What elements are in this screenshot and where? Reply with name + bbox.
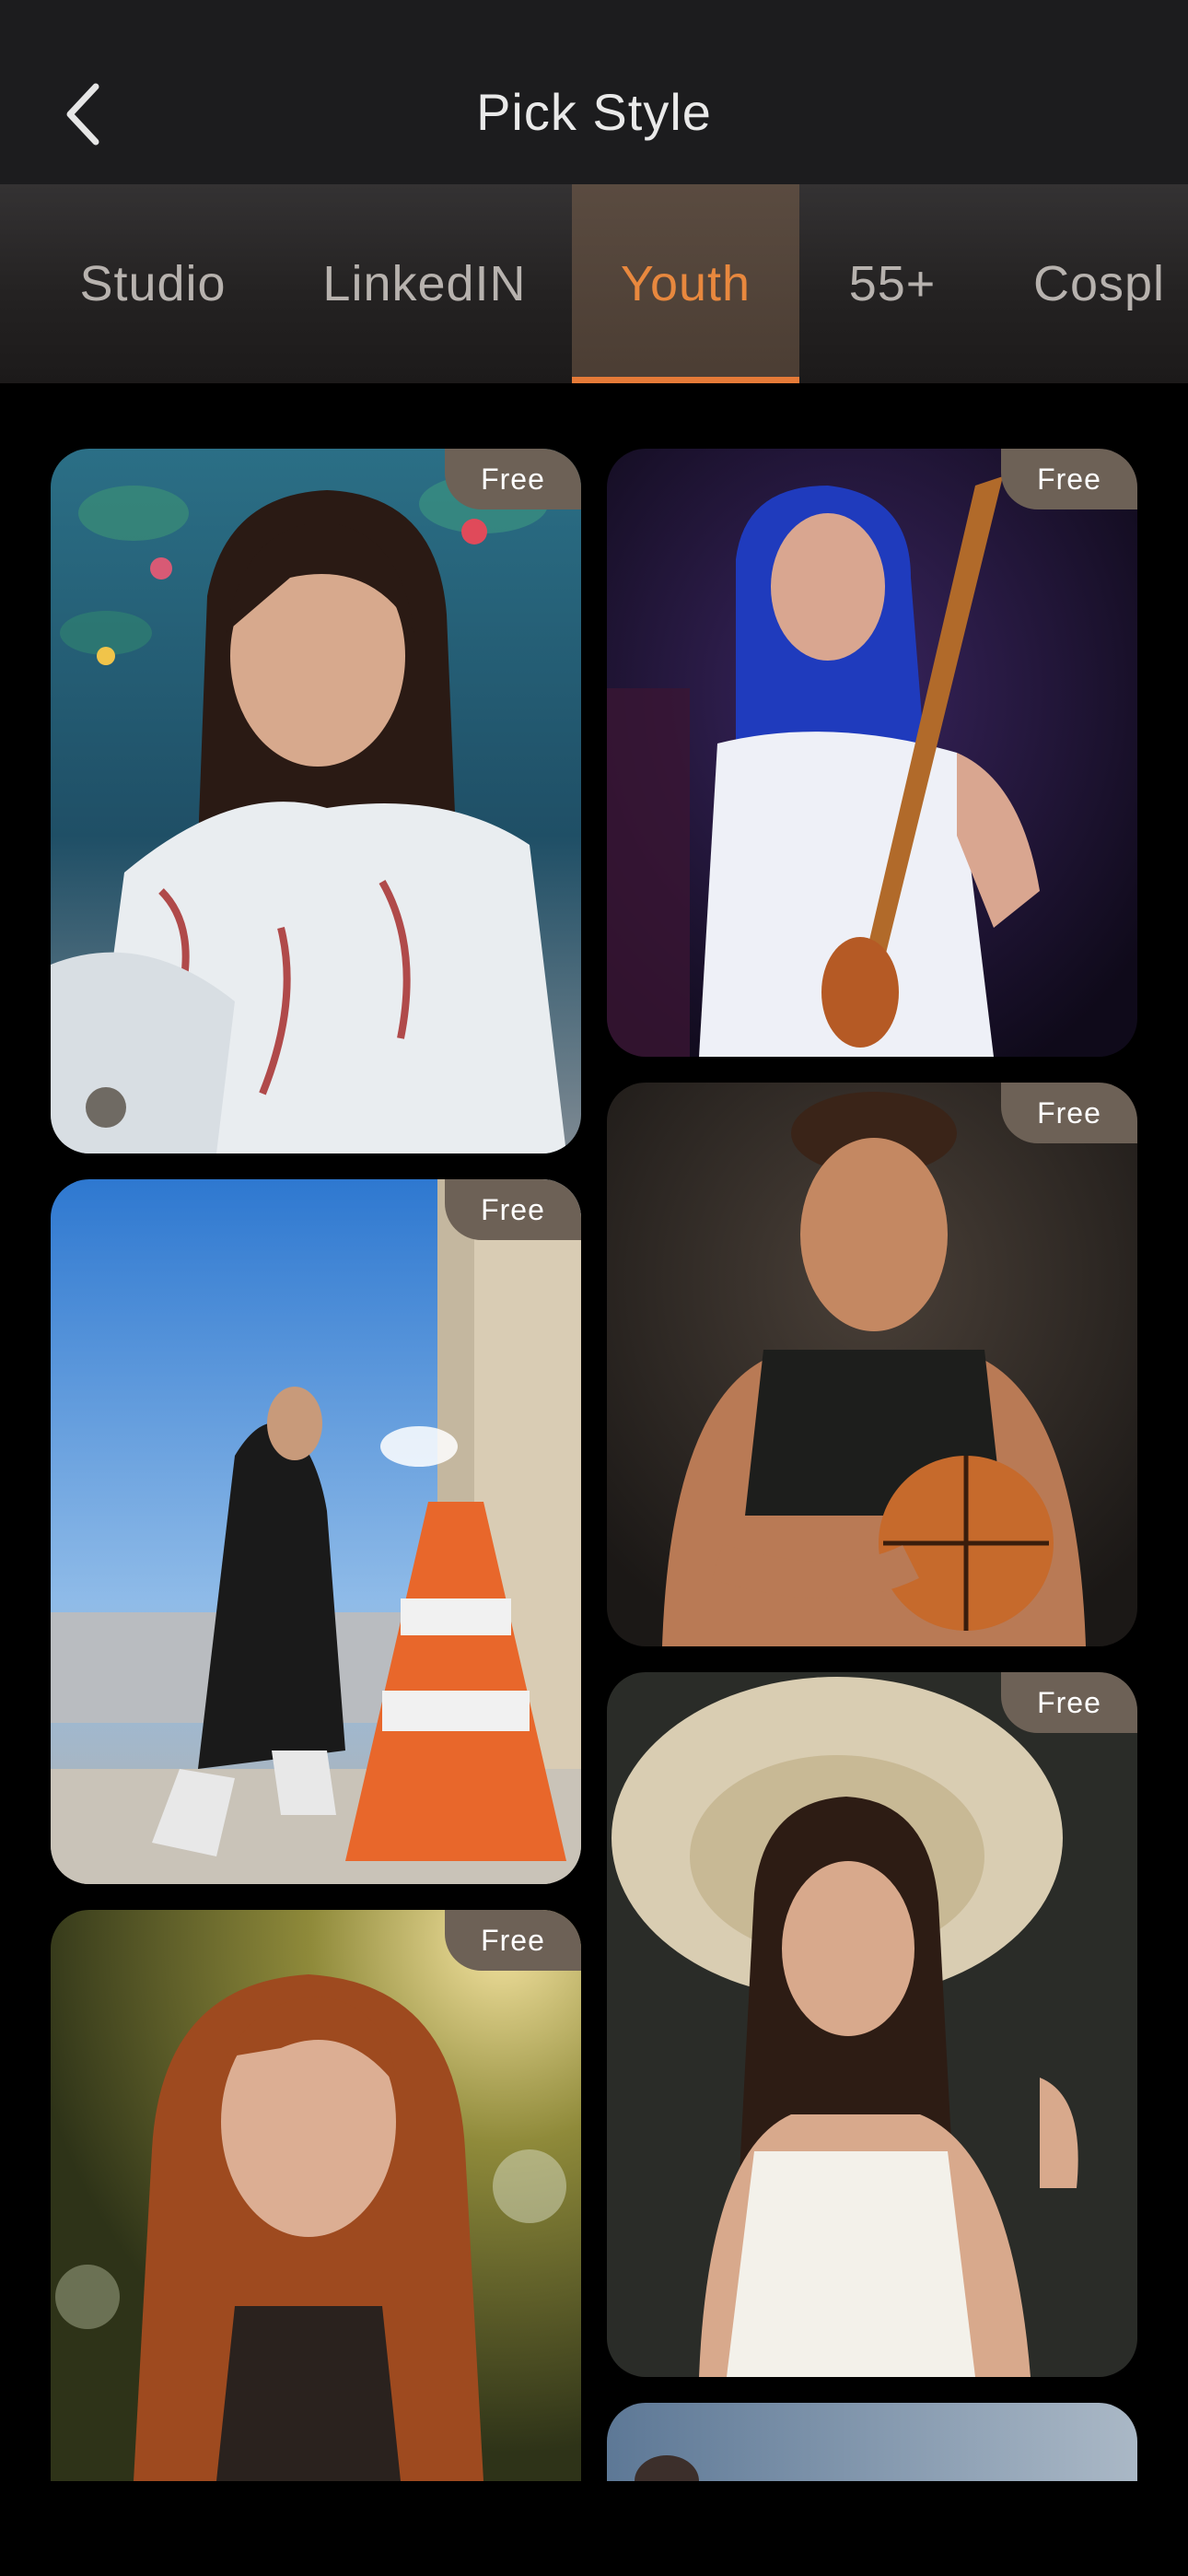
free-badge: Free xyxy=(1001,1083,1137,1143)
card-image xyxy=(607,1083,1137,1646)
tab-cosplay[interactable]: Cospl xyxy=(1017,184,1188,383)
card-image xyxy=(607,2403,1137,2481)
page-title: Pick Style xyxy=(476,83,712,141)
style-card-basketball[interactable]: Free xyxy=(607,1083,1137,1646)
card-image xyxy=(51,1910,581,2481)
style-card-sunhat[interactable]: Free xyxy=(607,1672,1137,2377)
card-image xyxy=(51,449,581,1153)
tab-studio[interactable]: Studio xyxy=(52,184,254,383)
tab-linkedin[interactable]: LinkedIN xyxy=(304,184,545,383)
style-card-guitar[interactable]: Free xyxy=(607,449,1137,1057)
free-badge: Free xyxy=(445,1179,581,1240)
free-badge: Free xyxy=(1001,1672,1137,1733)
style-card-redhair[interactable]: Free xyxy=(51,1910,581,2481)
card-image xyxy=(607,1672,1137,2377)
free-badge: Free xyxy=(1001,449,1137,509)
card-image xyxy=(607,449,1137,1057)
tab-youth[interactable]: Youth xyxy=(572,184,799,383)
category-tabs: Studio LinkedIN Youth 55+ Cospl xyxy=(0,184,1188,383)
tab-55-plus[interactable]: 55+ xyxy=(831,184,954,383)
style-card-cone[interactable]: Free xyxy=(51,1179,581,1884)
top-bar: Pick Style xyxy=(0,0,1188,184)
free-badge: Free xyxy=(445,1910,581,1971)
free-badge: Free xyxy=(445,449,581,509)
style-card-partial[interactable] xyxy=(607,2403,1137,2481)
card-image xyxy=(51,1179,581,1884)
style-card-pond[interactable]: Free xyxy=(51,449,581,1153)
